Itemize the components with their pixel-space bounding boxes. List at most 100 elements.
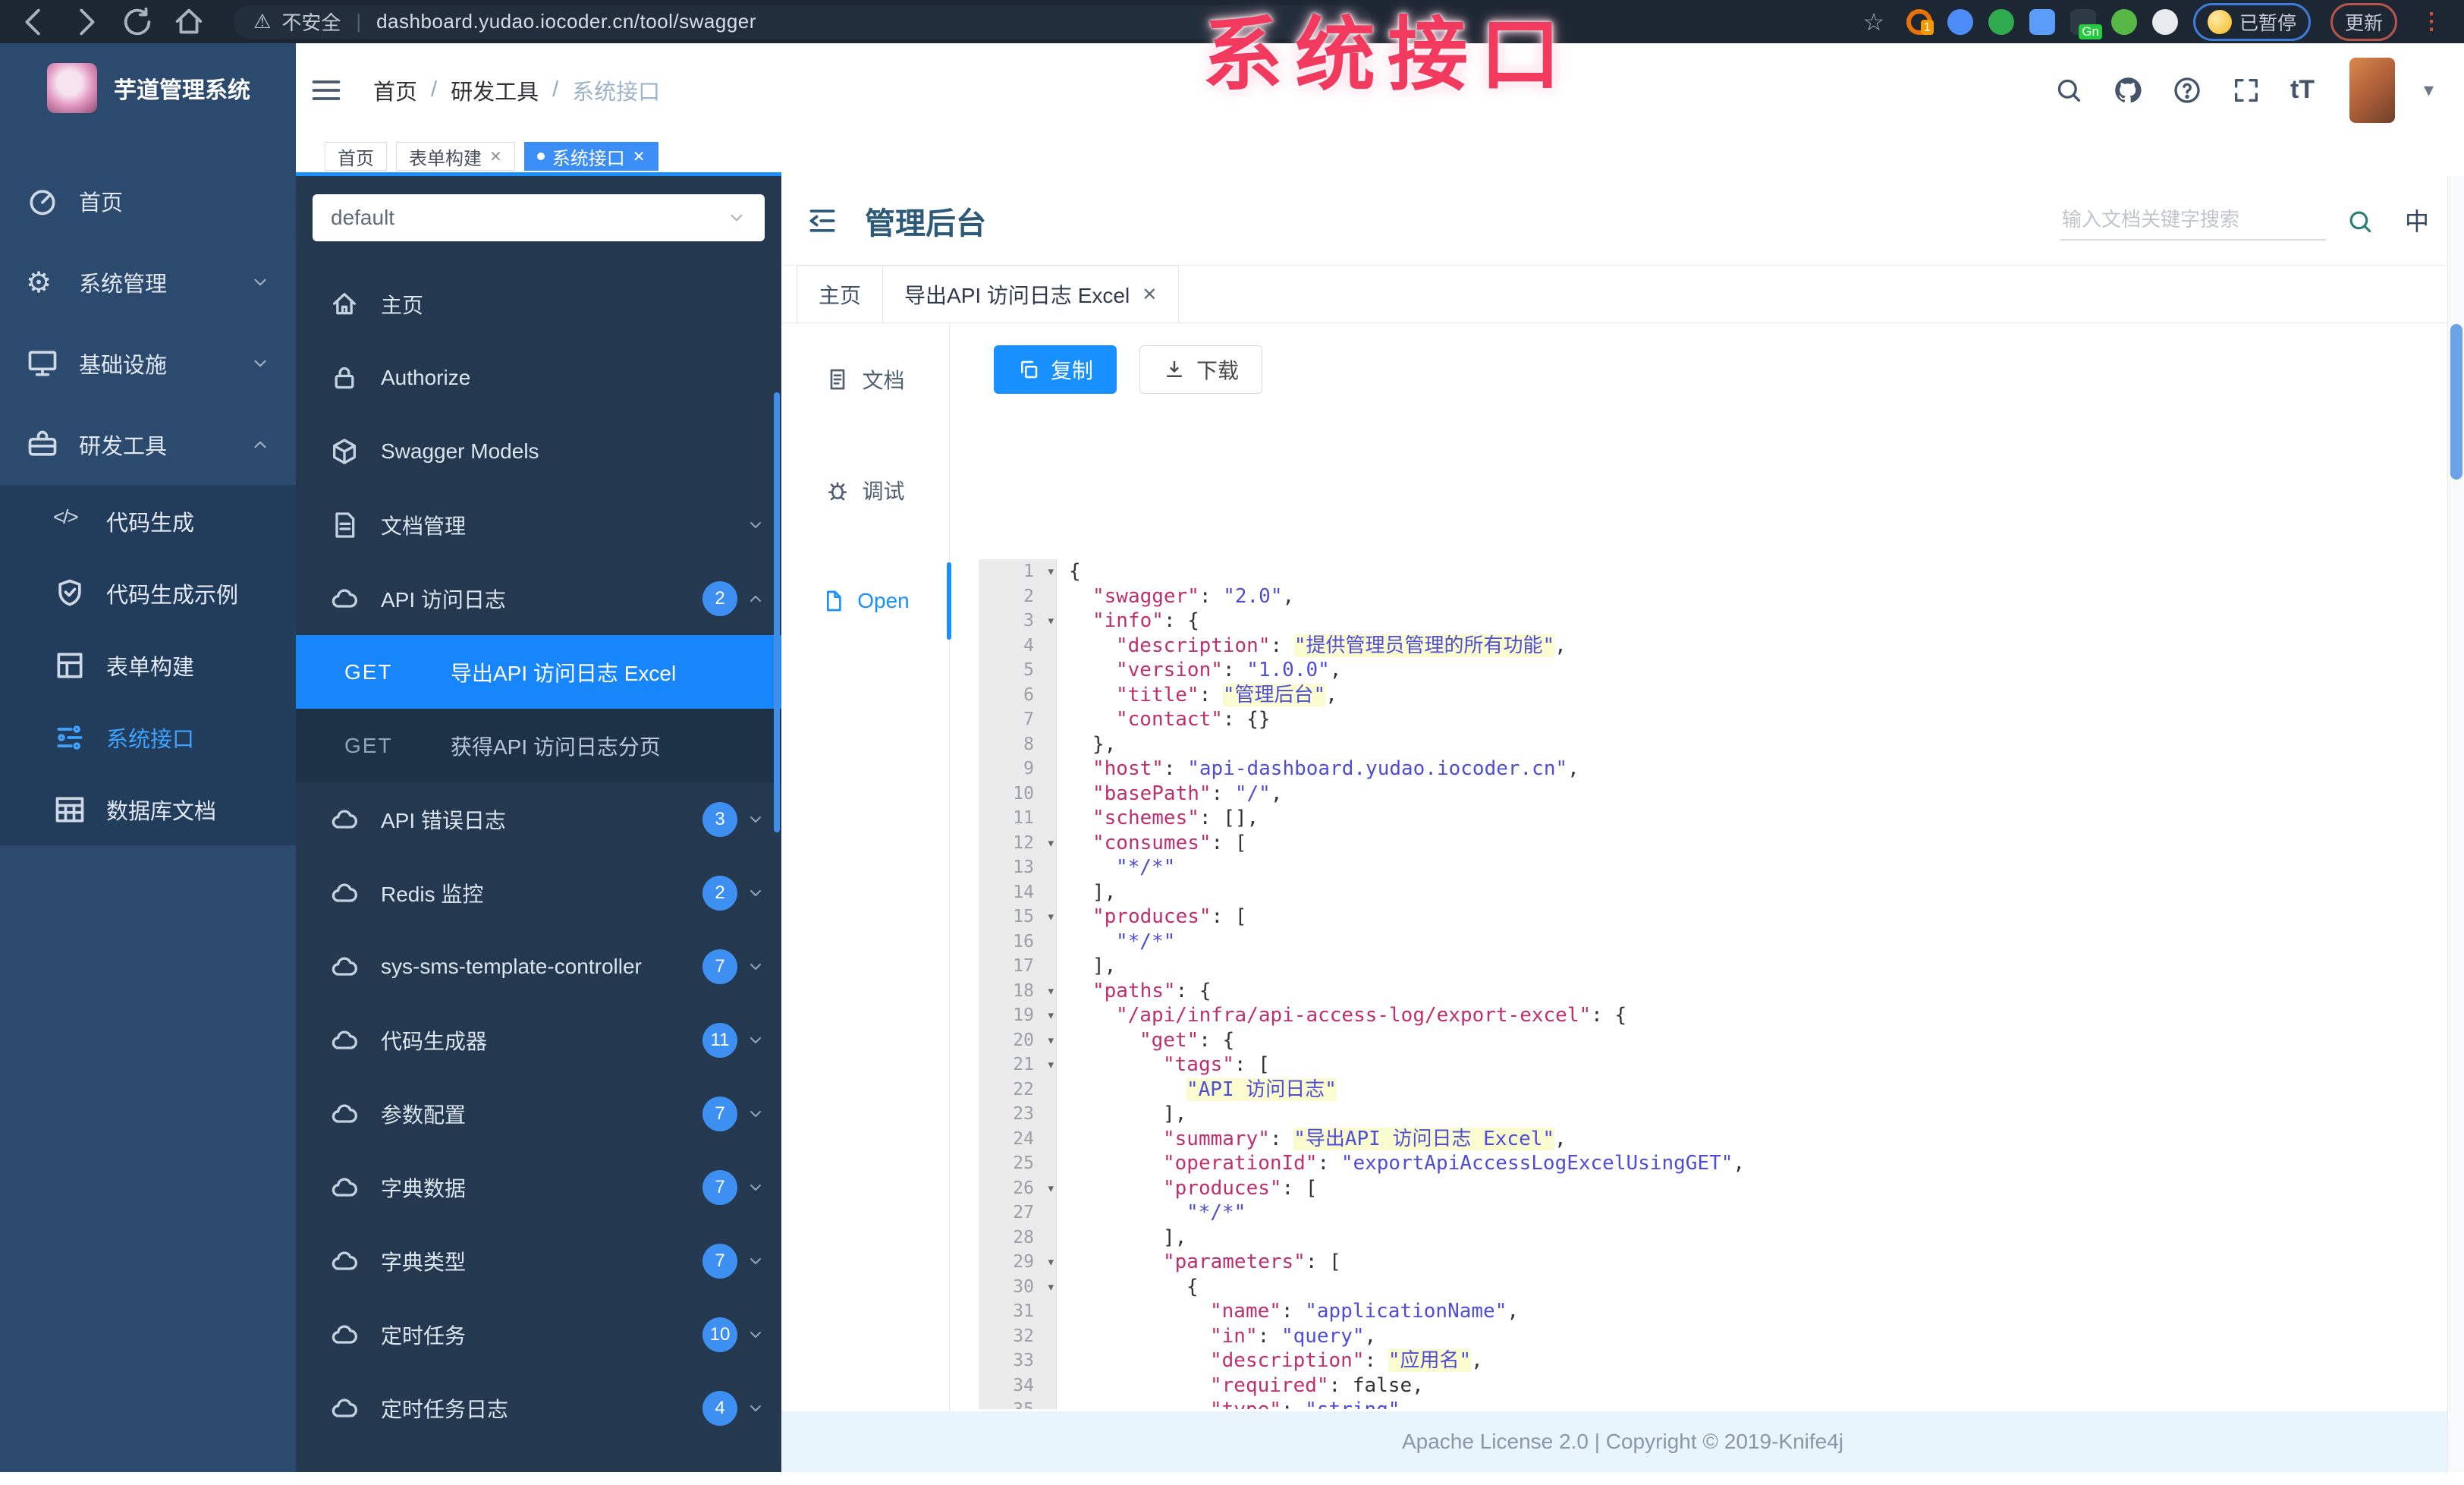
page-scrollbar-thumb[interactable] — [2450, 324, 2462, 480]
operation-count-badge: 4 — [702, 1390, 737, 1426]
doc-tab-close-icon[interactable]: ✕ — [1142, 284, 1157, 306]
hamburger-icon[interactable] — [310, 74, 343, 107]
code-line: 6 "title": "管理后台", — [979, 683, 2435, 708]
doc-title: 管理后台 — [865, 206, 986, 241]
tag-首页[interactable]: 首页 — [325, 142, 387, 171]
code-content: "description": "应用名", — [1210, 1349, 1483, 1372]
mini-nav-调试[interactable]: 调试 — [781, 435, 949, 546]
sidebar-scrollbar[interactable] — [774, 392, 780, 832]
fold-caret-icon[interactable]: ▾ — [1048, 1052, 1054, 1078]
logo-row[interactable]: 芋道管理系统 — [0, 43, 296, 113]
fold-caret-icon[interactable]: ▾ — [1048, 905, 1054, 930]
tag-close-icon[interactable]: ✕ — [633, 147, 646, 166]
extension-icon-ext-white-flower[interactable] — [2151, 8, 2178, 35]
sidebar-item-表单构建[interactable]: 表单构建 — [0, 629, 296, 701]
fold-caret-icon[interactable]: ▾ — [1048, 831, 1054, 856]
extension-icon-ext-dark-gn[interactable]: Gn — [2070, 8, 2102, 39]
fold-caret-icon[interactable]: ▾ — [1048, 1250, 1054, 1275]
swagger-nav-API 错误日志[interactable]: API 错误日志 3 — [296, 782, 781, 856]
search-icon[interactable] — [2054, 75, 2084, 105]
breadcrumb-home[interactable]: 首页 — [373, 74, 417, 106]
code-content: "required": false, — [1210, 1373, 1424, 1397]
swagger-nav-主页[interactable]: 主页 — [296, 267, 781, 341]
sidebar-item-研发工具[interactable]: 研发工具 — [0, 404, 296, 485]
mini-nav-Open[interactable]: Open — [781, 546, 951, 656]
code-editor[interactable]: 1 ▾ {2 "swagger": "2.0", 3 ▾ "info": {4 "descri… — [979, 559, 2435, 1409]
fold-caret-icon[interactable]: ▾ — [1048, 1003, 1054, 1028]
operation-导出API 访问日志 Excel[interactable]: GET 导出API 访问日志 Excel — [296, 635, 781, 709]
swagger-nav-Redis 监控[interactable]: Redis 监控 2 — [296, 856, 781, 930]
swagger-nav-Authorize[interactable]: Authorize — [296, 341, 781, 414]
doc-tab-主页[interactable]: 主页 — [797, 266, 884, 322]
reload-icon[interactable] — [120, 5, 155, 39]
swagger-nav-参数配置[interactable]: 参数配置 7 — [296, 1077, 781, 1150]
question-icon[interactable] — [2172, 75, 2202, 105]
doc-search-icon[interactable] — [2346, 207, 2374, 236]
fold-caret-icon[interactable]: ▾ — [1048, 559, 1054, 584]
swagger-nav-字典类型[interactable]: 字典类型 7 — [296, 1224, 781, 1298]
back-icon[interactable] — [17, 5, 52, 39]
swagger-nav-label: 定时任务日志 — [381, 1397, 509, 1421]
code-line: 7 "contact": {} — [979, 707, 2435, 732]
extension-icon-ext-blue-grid[interactable] — [2029, 8, 2055, 35]
fold-caret-icon[interactable]: ▾ — [1048, 609, 1054, 634]
swagger-nav-定时任务[interactable]: 定时任务 10 — [296, 1298, 781, 1371]
browser-update-button[interactable]: 更新 — [2330, 2, 2397, 41]
fold-caret-icon[interactable]: ▾ — [1048, 1028, 1054, 1053]
swagger-nav-API 访问日志[interactable]: API 访问日志 2 — [296, 562, 781, 635]
copy-button[interactable]: 复制 — [994, 345, 1117, 394]
extension-icon-ext-blue-drop[interactable] — [1947, 8, 1973, 35]
tag-表单构建[interactable]: 表单构建 ✕ — [396, 142, 515, 171]
swagger-nav-岗位[interactable]: 岗位 — [296, 1445, 781, 1472]
tag-系统接口[interactable]: 系统接口 ✕ — [523, 142, 658, 171]
caret-down-icon[interactable]: ▾ — [2424, 79, 2434, 102]
group-select[interactable]: default — [313, 194, 765, 241]
doc-tab-导出API 访问日志 Excel[interactable]: 导出API 访问日志 Excel ✕ — [883, 266, 1180, 322]
collapse-menu-icon[interactable] — [806, 204, 839, 238]
forward-icon[interactable] — [68, 5, 103, 39]
sidebar-item-数据库文档[interactable]: 数据库文档 — [0, 773, 296, 845]
sidebar-item-系统接口[interactable]: 系统接口 — [0, 701, 296, 773]
extension-icon-ext-green-sprout[interactable] — [2110, 8, 2137, 35]
page-scrollbar[interactable] — [2447, 176, 2464, 1472]
code-line: 11 "schemes": [], — [979, 806, 2435, 831]
line-number: 29 ▾ — [979, 1250, 1057, 1275]
extension-icon-ext-orange-ring[interactable]: 1 — [1906, 8, 1934, 35]
font-size-icon[interactable]: tT — [2290, 75, 2321, 105]
browser-menu-icon[interactable]: ⋮ — [2420, 8, 2443, 35]
github-icon[interactable] — [2113, 75, 2143, 105]
sidebar-item-代码生成示例[interactable]: 代码生成示例 — [0, 557, 296, 629]
sidebar-item-基础设施[interactable]: 基础设施 — [0, 322, 296, 404]
fullscreen-icon[interactable] — [2231, 75, 2261, 105]
chevron-down-icon — [746, 1105, 765, 1123]
bookmark-star-icon[interactable]: ☆ — [1856, 5, 1891, 39]
swagger-nav-sys-sms-template-controller[interactable]: sys-sms-template-controller 7 — [296, 930, 781, 1003]
avatar[interactable] — [2349, 57, 2395, 123]
sidebar-item-系统管理[interactable]: ⚙ 系统管理 — [0, 241, 296, 322]
dashboard-icon — [26, 184, 59, 218]
language-icon[interactable]: 中 — [2405, 203, 2429, 238]
address-bar[interactable]: ⚠ 不安全 | dashboard.yudao.iocoder.cn/tool/… — [234, 5, 1372, 39]
sidebar-item-代码生成[interactable]: </> 代码生成 — [0, 485, 296, 557]
bug-icon — [825, 478, 850, 502]
swagger-nav-Swagger Models[interactable]: Swagger Models — [296, 414, 781, 488]
operation-获得API 访问日志分页[interactable]: GET 获得API 访问日志分页 — [296, 709, 781, 782]
swagger-nav-字典数据[interactable]: 字典数据 7 — [296, 1150, 781, 1224]
doc-search-input[interactable] — [2060, 200, 2326, 241]
fold-caret-icon[interactable]: ▾ — [1048, 1275, 1054, 1300]
swagger-nav-定时任务日志[interactable]: 定时任务日志 4 — [296, 1371, 781, 1445]
swagger-nav-代码生成器[interactable]: 代码生成器 11 — [296, 1003, 781, 1077]
sidebar-item-首页[interactable]: 首页 — [0, 160, 296, 241]
profile-emoji-icon — [2207, 9, 2232, 34]
extension-icon-ext-green-circle[interactable] — [1988, 8, 2014, 35]
fold-caret-icon[interactable]: ▾ — [1048, 979, 1054, 1004]
fold-caret-icon[interactable]: ▾ — [1048, 1176, 1054, 1201]
address-url[interactable]: dashboard.yudao.iocoder.cn/tool/swagger — [376, 10, 756, 33]
tag-close-icon[interactable]: ✕ — [489, 147, 502, 166]
breadcrumb-devtools[interactable]: 研发工具 — [451, 74, 539, 106]
browser-home-icon[interactable] — [171, 5, 206, 39]
swagger-nav-文档管理[interactable]: 文档管理 — [296, 488, 781, 562]
mini-nav-文档[interactable]: 文档 — [781, 324, 949, 435]
profile-paused-pill[interactable]: 已暂停 — [2192, 2, 2311, 41]
download-button[interactable]: 下载 — [1139, 345, 1263, 394]
